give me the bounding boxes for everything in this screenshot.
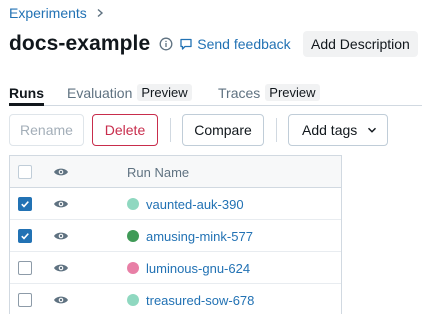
run-color-dot[interactable] (127, 230, 139, 242)
run-name-link[interactable]: treasured-sow-678 (146, 293, 254, 308)
run-name-link[interactable]: amusing-mink-577 (146, 229, 253, 244)
table-row[interactable]: amusing-mink-577 (10, 220, 341, 252)
run-name-cell: luminous-gnu-624 (127, 252, 250, 284)
preview-badge: Preview (265, 84, 320, 101)
info-icon[interactable] (159, 37, 173, 51)
row-checkbox[interactable] (18, 229, 32, 243)
tab-bar: Runs Evaluation Preview Traces Preview (9, 80, 422, 106)
tab-evaluation[interactable]: Evaluation Preview (67, 80, 192, 105)
tab-runs-label: Runs (9, 84, 44, 101)
row-checkbox[interactable] (18, 197, 32, 211)
table-row[interactable]: luminous-gnu-624 (10, 252, 341, 284)
eye-icon[interactable] (53, 229, 69, 243)
run-name-link[interactable]: luminous-gnu-624 (146, 261, 250, 276)
check-icon (20, 231, 30, 241)
tab-evaluation-label: Evaluation (67, 84, 133, 101)
run-color-dot[interactable] (127, 294, 139, 306)
table-row[interactable]: treasured-sow-678 (10, 284, 341, 314)
run-name-cell: treasured-sow-678 (127, 284, 254, 314)
add-tags-label: Add tags (302, 122, 358, 138)
send-feedback-link[interactable]: Send feedback (179, 36, 291, 52)
feedback-icon (179, 37, 193, 51)
table-header: Run Name (10, 156, 341, 188)
run-color-dot[interactable] (127, 262, 139, 274)
row-checkbox[interactable] (18, 261, 32, 275)
run-name-cell: vaunted-auk-390 (127, 188, 244, 220)
tab-traces[interactable]: Traces Preview (218, 80, 320, 105)
add-tags-dropdown[interactable]: Add tags (288, 114, 388, 146)
run-name-cell: amusing-mink-577 (127, 220, 253, 252)
select-all-checkbox[interactable] (18, 165, 32, 179)
delete-button[interactable]: Delete (92, 114, 158, 146)
toolbar-divider (276, 118, 277, 142)
runs-table: Run Name vaunted-auk-390 amusing-mink-57… (9, 155, 342, 314)
run-name-link[interactable]: vaunted-auk-390 (146, 197, 244, 212)
check-icon (20, 199, 30, 209)
page-title: docs-example (9, 32, 151, 55)
send-feedback-label: Send feedback (197, 36, 291, 52)
eye-icon[interactable] (53, 165, 69, 179)
breadcrumb: Experiments (9, 4, 105, 22)
page-header: docs-example Send feedback (9, 30, 291, 58)
compare-button[interactable]: Compare (182, 114, 264, 146)
runs-toolbar: Rename Delete Compare Add tags (0, 114, 422, 146)
add-description-button[interactable]: Add Description (303, 31, 418, 57)
chevron-down-icon (367, 125, 377, 135)
eye-icon[interactable] (53, 197, 69, 211)
run-color-dot[interactable] (127, 198, 139, 210)
tab-traces-label: Traces (218, 84, 261, 101)
toolbar-divider (170, 118, 171, 142)
table-row[interactable]: vaunted-auk-390 (10, 188, 341, 220)
column-header-run-name[interactable]: Run Name (127, 156, 189, 188)
eye-icon[interactable] (53, 261, 69, 275)
preview-badge: Preview (137, 84, 192, 101)
rename-button[interactable]: Rename (9, 114, 84, 146)
tab-runs[interactable]: Runs (9, 80, 44, 106)
row-checkbox[interactable] (18, 293, 32, 307)
eye-icon[interactable] (53, 293, 69, 307)
chevron-right-icon (95, 6, 105, 20)
breadcrumb-experiments-link[interactable]: Experiments (9, 5, 87, 21)
